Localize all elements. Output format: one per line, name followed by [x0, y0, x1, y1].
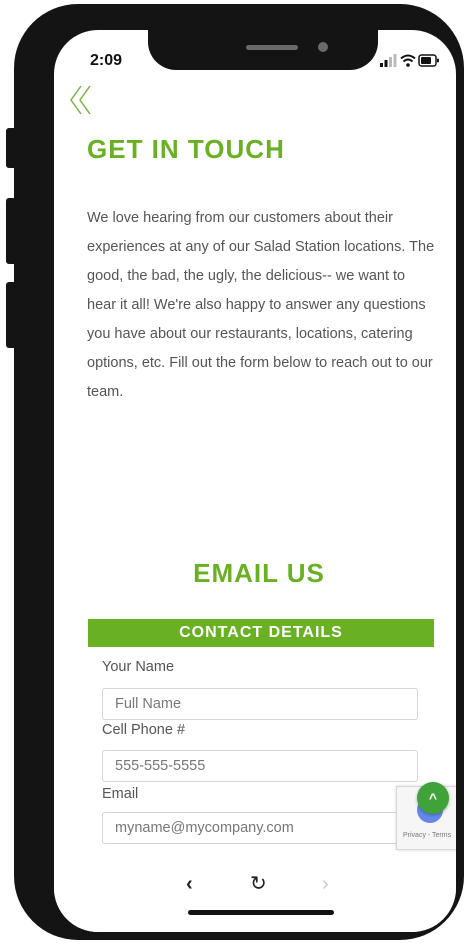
- status-time: 2:09: [90, 52, 123, 69]
- battery-icon: [418, 54, 439, 67]
- reload-icon[interactable]: ↻: [250, 874, 267, 894]
- phone-label: Cell Phone #: [102, 722, 186, 738]
- contact-details-banner: CONTACT DETAILS: [88, 619, 434, 647]
- email-label: Email: [102, 786, 139, 802]
- phone-field[interactable]: [102, 750, 418, 782]
- email-us-heading: EMAIL US: [193, 558, 325, 588]
- signal-icon: [380, 54, 397, 67]
- name-label: Your Name: [102, 659, 175, 675]
- browser-toolbar: ‹ ↻ ›: [54, 856, 456, 932]
- phone-frame: 2:09 GET IN TOUCH We love hearing from o…: [14, 4, 464, 940]
- name-field[interactable]: [102, 688, 418, 720]
- double-chevron-left-icon[interactable]: [68, 84, 96, 116]
- scroll-to-top-button[interactable]: ^: [417, 782, 449, 814]
- recaptcha-terms: Privacy - Terms: [403, 832, 452, 839]
- front-camera: [318, 42, 328, 52]
- notch: [148, 30, 378, 70]
- intro-paragraph: We love hearing from our customers about…: [87, 210, 435, 400]
- email-field[interactable]: [102, 812, 418, 844]
- forward-arrow-icon[interactable]: ›: [322, 874, 329, 894]
- status-icons: [380, 54, 440, 68]
- page-title: GET IN TOUCH: [87, 134, 285, 164]
- speaker-grille: [246, 45, 298, 50]
- back-arrow-icon[interactable]: ‹: [186, 874, 193, 894]
- chevron-up-icon: ^: [428, 790, 438, 806]
- home-indicator[interactable]: [188, 910, 334, 915]
- phone-screen: 2:09 GET IN TOUCH We love hearing from o…: [54, 30, 456, 932]
- wifi-icon: [400, 54, 416, 67]
